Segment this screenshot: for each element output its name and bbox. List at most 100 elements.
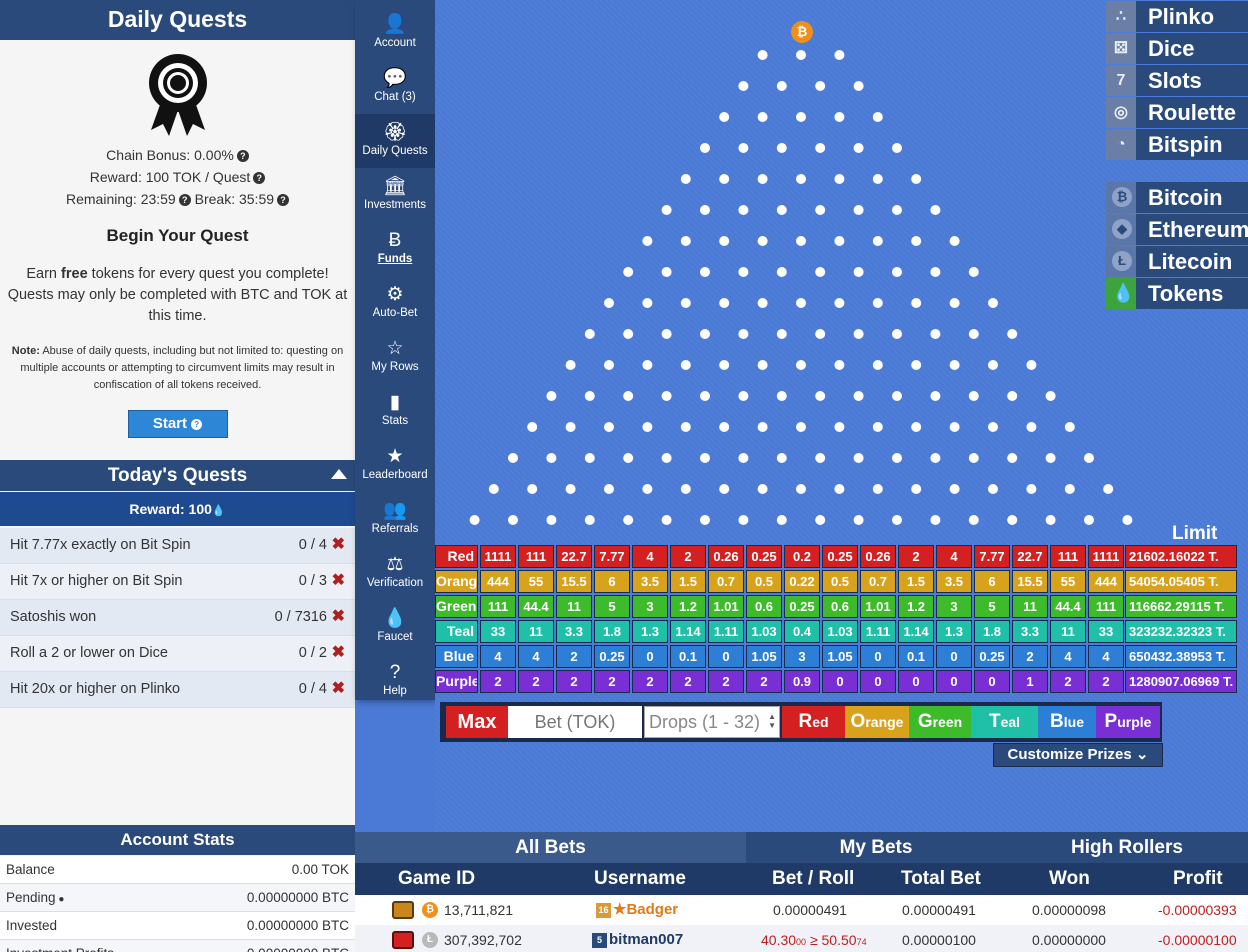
prize-cell[interactable]: 22.7 — [1012, 545, 1048, 568]
prize-cell[interactable]: 2 — [1050, 670, 1086, 693]
prize-cell[interactable]: 1.03 — [822, 620, 858, 643]
prize-cell[interactable]: 0.25 — [822, 545, 858, 568]
color-button-purple[interactable]: Purple — [1096, 706, 1160, 738]
max-bet-button[interactable]: Max — [446, 706, 508, 738]
spinner-icon[interactable]: ▲ ▼ — [768, 712, 776, 730]
prize-cell[interactable]: 0.26 — [860, 545, 896, 568]
nav-item-leaderboard[interactable]: ★ Leaderboard — [355, 438, 435, 492]
prize-cell[interactable]: 0.5 — [746, 570, 782, 593]
prize-cell[interactable]: 11 — [1012, 595, 1048, 618]
prize-cell[interactable]: 15.5 — [556, 570, 592, 593]
prize-cell[interactable]: 55 — [1050, 570, 1086, 593]
drops-input[interactable]: Drops (1 - 32) ▲ ▼ — [644, 706, 780, 738]
prize-cell[interactable]: 0.7 — [708, 570, 744, 593]
nav-item-stats[interactable]: ▮ Stats — [355, 384, 435, 438]
prize-cell[interactable]: 0 — [708, 645, 744, 668]
nav-item-daily-quests[interactable]: 🏵 Daily Quests — [355, 114, 435, 168]
prize-cell[interactable]: 33 — [1088, 620, 1124, 643]
prize-cell[interactable]: 22.7 — [556, 545, 592, 568]
prize-cell[interactable]: 1.14 — [898, 620, 934, 643]
help-icon[interactable]: ? — [178, 194, 191, 207]
color-button-blue[interactable]: Blue — [1038, 706, 1096, 738]
nav-item-my-rows[interactable]: ☆ My Rows — [355, 330, 435, 384]
prize-cell[interactable]: 0.5 — [822, 570, 858, 593]
prize-cell[interactable]: 2 — [746, 670, 782, 693]
prize-cell[interactable]: 7.77 — [974, 545, 1010, 568]
prize-cell[interactable]: 2 — [556, 645, 592, 668]
prize-cell[interactable]: 2 — [670, 670, 706, 693]
coin-tokens[interactable]: 💧 Tokens — [1106, 278, 1248, 309]
nav-item-verification[interactable]: ⚖ Verification — [355, 546, 435, 600]
prize-cell[interactable]: 0.25 — [746, 545, 782, 568]
prize-cell[interactable]: 1111 — [1088, 545, 1124, 568]
prize-cell[interactable]: 3.3 — [556, 620, 592, 643]
prize-cell[interactable]: 3.5 — [936, 570, 972, 593]
prize-cell[interactable]: 1.8 — [594, 620, 630, 643]
username[interactable]: 5 bitman007 — [592, 925, 683, 952]
nav-item-account[interactable]: 👤 Account — [355, 6, 435, 60]
help-icon[interactable]: ? — [253, 172, 266, 185]
prize-cell[interactable]: 1.3 — [632, 620, 668, 643]
prize-cell[interactable]: 0.22 — [784, 570, 820, 593]
coin-ethereum[interactable]: ◆ Ethereum — [1106, 214, 1248, 245]
prize-cell[interactable]: 1.2 — [670, 595, 706, 618]
prize-cell[interactable]: 0.6 — [822, 595, 858, 618]
prize-cell[interactable]: 3 — [632, 595, 668, 618]
game-id[interactable]: 13,711,821 — [444, 895, 513, 925]
prize-cell[interactable]: 111 — [1050, 545, 1086, 568]
table-row[interactable]: Ł 307,392,702 5 bitman007 40.3000 ≥ 50.50… — [355, 925, 1248, 952]
prize-cell[interactable]: 4 — [632, 545, 668, 568]
prize-cell[interactable]: 3 — [936, 595, 972, 618]
prize-cell[interactable]: 2 — [518, 670, 554, 693]
prize-cell[interactable]: 1 — [1012, 670, 1048, 693]
prize-cell[interactable]: 1.14 — [670, 620, 706, 643]
prize-cell[interactable]: 15.5 — [1012, 570, 1048, 593]
prize-cell[interactable]: 5 — [974, 595, 1010, 618]
prize-cell[interactable]: 0.9 — [784, 670, 820, 693]
nav-item-faucet[interactable]: 💧 Faucet — [355, 600, 435, 654]
prize-cell[interactable]: 2 — [898, 545, 934, 568]
prize-cell[interactable]: 7.77 — [594, 545, 630, 568]
prize-cell[interactable]: 0.4 — [784, 620, 820, 643]
prize-cell[interactable]: 2 — [632, 670, 668, 693]
color-button-teal[interactable]: Teal — [971, 706, 1038, 738]
nav-item-chat-3[interactable]: 💬 Chat (3) — [355, 60, 435, 114]
game-id[interactable]: 307,392,702 — [444, 925, 522, 952]
prize-cell[interactable]: 1.01 — [708, 595, 744, 618]
prize-cell[interactable]: 0.6 — [746, 595, 782, 618]
prize-cell[interactable]: 3.3 — [1012, 620, 1048, 643]
prize-cell[interactable]: 1111 — [480, 545, 516, 568]
prize-cell[interactable]: 0.25 — [784, 595, 820, 618]
prize-cell[interactable]: 111 — [518, 545, 554, 568]
prize-cell[interactable]: 0 — [822, 670, 858, 693]
tab-all-bets[interactable]: All Bets — [355, 832, 746, 863]
nav-item-help[interactable]: ? Help — [355, 654, 435, 708]
tab-high-rollers[interactable]: High Rollers — [1006, 832, 1248, 863]
coin-litecoin[interactable]: Ł Litecoin — [1106, 246, 1248, 277]
prize-cell[interactable]: 1.05 — [746, 645, 782, 668]
prize-cell[interactable]: 33 — [480, 620, 516, 643]
prize-cell[interactable]: 444 — [480, 570, 516, 593]
bet-input[interactable] — [508, 706, 642, 738]
prize-cell[interactable]: 2 — [480, 670, 516, 693]
prize-cell[interactable]: 0.7 — [860, 570, 896, 593]
prize-cell[interactable]: 2 — [708, 670, 744, 693]
prize-cell[interactable]: 1.8 — [974, 620, 1010, 643]
color-button-green[interactable]: Green — [909, 706, 971, 738]
start-quest-button[interactable]: Start ? — [127, 410, 228, 438]
prize-cell[interactable]: 2 — [556, 670, 592, 693]
prize-cell[interactable]: 1.01 — [860, 595, 896, 618]
prize-cell[interactable]: 0 — [936, 645, 972, 668]
prize-cell[interactable]: 111 — [1088, 595, 1124, 618]
prize-cell[interactable]: 6 — [594, 570, 630, 593]
prize-cell[interactable]: 0.2 — [784, 545, 820, 568]
prize-cell[interactable]: 111 — [480, 595, 516, 618]
prize-cell[interactable]: 444 — [1088, 570, 1124, 593]
prize-cell[interactable]: 2 — [594, 670, 630, 693]
prize-cell[interactable]: 4 — [480, 645, 516, 668]
prize-cell[interactable]: 4 — [1088, 645, 1124, 668]
prize-cell[interactable]: 4 — [936, 545, 972, 568]
prize-cell[interactable]: 11 — [1050, 620, 1086, 643]
prize-cell[interactable]: 1.03 — [746, 620, 782, 643]
nav-item-referrals[interactable]: 👥 Referrals — [355, 492, 435, 546]
